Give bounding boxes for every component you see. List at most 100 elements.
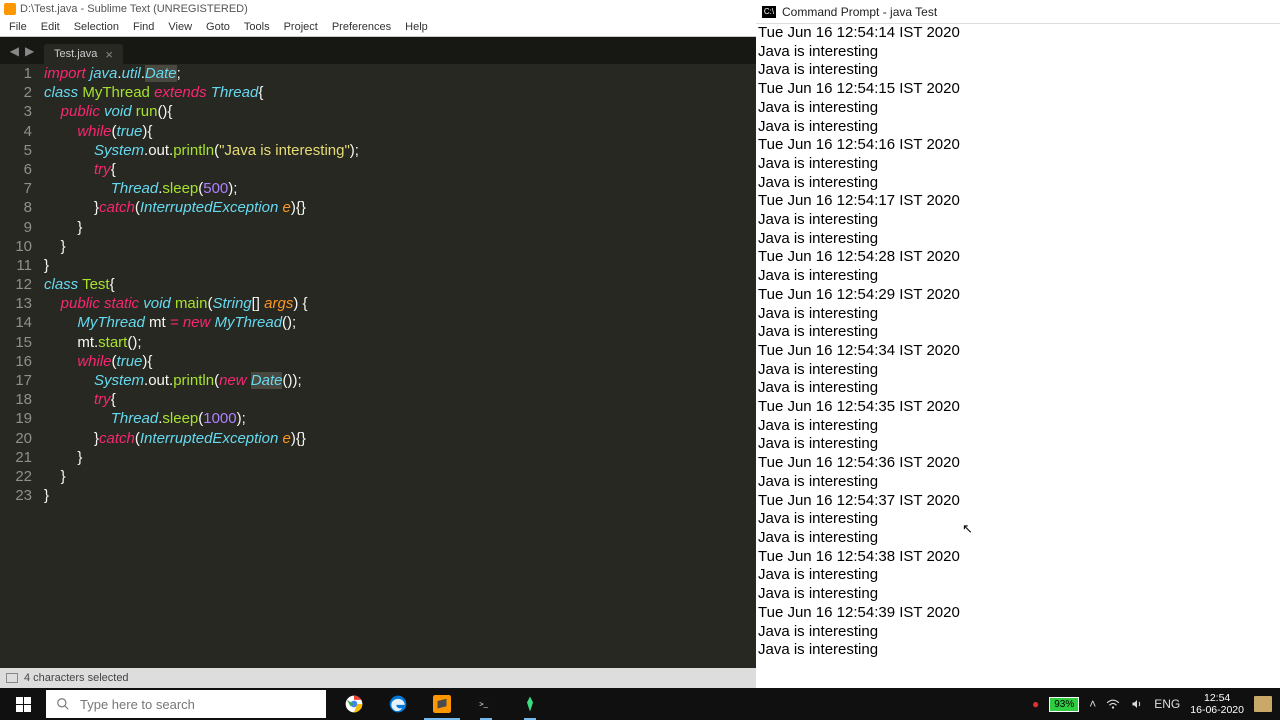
code-line[interactable]: mt.start(); — [44, 333, 756, 352]
cmd-line: Java is interesting — [758, 529, 1278, 548]
code-line[interactable]: }catch(InterruptedException e){} — [44, 198, 756, 217]
taskbar-app-edge[interactable] — [376, 688, 420, 720]
cmd-line: Java is interesting — [758, 230, 1278, 249]
code-line[interactable]: System.out.println(new Date()); — [44, 371, 756, 390]
cmd-line: Java is interesting — [758, 155, 1278, 174]
menu-file[interactable]: File — [2, 21, 34, 33]
cmd-line: Java is interesting — [758, 361, 1278, 380]
taskbar-app-cmd[interactable]: >_ — [464, 688, 508, 720]
code-line[interactable]: public static void main(String[] args) { — [44, 294, 756, 313]
line-number: 22 — [0, 467, 32, 486]
language-indicator[interactable]: ENG — [1154, 697, 1180, 711]
menu-find[interactable]: Find — [126, 21, 161, 33]
cmd-titlebar[interactable]: C:\ Command Prompt - java Test — [756, 0, 1280, 24]
code-line[interactable]: try{ — [44, 390, 756, 409]
code-line[interactable]: while(true){ — [44, 352, 756, 371]
cmd-line: Java is interesting — [758, 43, 1278, 62]
battery-indicator[interactable]: 93% — [1049, 697, 1079, 712]
taskbar-clock[interactable]: 12:54 16-06-2020 — [1190, 692, 1244, 716]
code-line[interactable]: public void run(){ — [44, 102, 756, 121]
windows-taskbar: Type here to search >_ ● 93% ˄ ENG 12:54 — [0, 688, 1280, 720]
tray-stop-icon[interactable]: ● — [1032, 697, 1039, 711]
nav-fwd-icon[interactable]: ▶ — [25, 44, 34, 58]
command-prompt-window: C:\ Command Prompt - java Test Tue Jun 1… — [756, 0, 1280, 688]
editor-tab[interactable]: Test.java × — [44, 44, 123, 64]
menu-view[interactable]: View — [161, 21, 199, 33]
tab-nav-arrows[interactable]: ◀ ▶ — [0, 37, 44, 64]
line-number: 15 — [0, 333, 32, 352]
cmd-line: Java is interesting — [758, 435, 1278, 454]
menu-preferences[interactable]: Preferences — [325, 21, 398, 33]
code-line[interactable]: System.out.println("Java is interesting"… — [44, 141, 756, 160]
code-line[interactable]: } — [44, 467, 756, 486]
cmd-line: Java is interesting — [758, 473, 1278, 492]
cmd-line: Tue Jun 16 12:54:16 IST 2020 — [758, 136, 1278, 155]
code-line[interactable]: while(true){ — [44, 122, 756, 141]
taskbar-app-sublime[interactable] — [420, 688, 464, 720]
tab-close-icon[interactable]: × — [105, 47, 113, 62]
menu-help[interactable]: Help — [398, 21, 435, 33]
tray-chevron-up-icon[interactable]: ˄ — [1089, 697, 1096, 711]
sublime-icon — [433, 695, 451, 713]
code-line[interactable]: } — [44, 237, 756, 256]
code-line[interactable]: } — [44, 448, 756, 467]
cmd-line: Tue Jun 16 12:54:35 IST 2020 — [758, 398, 1278, 417]
menu-project[interactable]: Project — [277, 21, 325, 33]
cmd-line: Java is interesting — [758, 623, 1278, 642]
sublime-title: D:\Test.java - Sublime Text (UNREGISTERE… — [20, 3, 248, 15]
line-number: 4 — [0, 122, 32, 141]
status-panel-icon[interactable] — [6, 673, 18, 683]
code-line[interactable]: } — [44, 218, 756, 237]
line-number: 21 — [0, 448, 32, 467]
search-placeholder: Type here to search — [80, 697, 195, 712]
sublime-window: D:\Test.java - Sublime Text (UNREGISTERE… — [0, 0, 756, 688]
action-center-icon[interactable] — [1254, 696, 1272, 712]
code-line[interactable]: }catch(InterruptedException e){} — [44, 429, 756, 448]
cmd-line: Tue Jun 16 12:54:37 IST 2020 — [758, 492, 1278, 511]
line-number: 17 — [0, 371, 32, 390]
code-editor[interactable]: 1234567891011121314151617181920212223 im… — [0, 64, 756, 668]
cmd-line: Java is interesting — [758, 99, 1278, 118]
edge-icon — [388, 694, 408, 714]
code-line[interactable]: } — [44, 486, 756, 505]
line-number: 1 — [0, 64, 32, 83]
taskbar-app-other[interactable] — [508, 688, 552, 720]
code-line[interactable]: Thread.sleep(1000); — [44, 409, 756, 428]
cmd-line: Tue Jun 16 12:54:39 IST 2020 — [758, 604, 1278, 623]
code-line[interactable]: class Test{ — [44, 275, 756, 294]
menu-goto[interactable]: Goto — [199, 21, 237, 33]
line-number: 5 — [0, 141, 32, 160]
code-line[interactable]: MyThread mt = new MyThread(); — [44, 313, 756, 332]
line-number: 16 — [0, 352, 32, 371]
code-area[interactable]: import java.util.Date;class MyThread ext… — [44, 64, 756, 668]
cmd-line: Tue Jun 16 12:54:14 IST 2020 — [758, 24, 1278, 43]
code-line[interactable]: class MyThread extends Thread{ — [44, 83, 756, 102]
cmd-line: Tue Jun 16 12:54:28 IST 2020 — [758, 248, 1278, 267]
code-line[interactable]: try{ — [44, 160, 756, 179]
line-number: 19 — [0, 409, 32, 428]
sublime-titlebar[interactable]: D:\Test.java - Sublime Text (UNREGISTERE… — [0, 0, 756, 18]
cmd-line: Tue Jun 16 12:54:38 IST 2020 — [758, 548, 1278, 567]
chrome-icon — [344, 694, 364, 714]
cmd-output[interactable]: Tue Jun 16 12:54:14 IST 2020Java is inte… — [756, 24, 1280, 688]
cmd-line: Java is interesting — [758, 641, 1278, 660]
search-icon — [56, 697, 70, 711]
cmd-line: Java is interesting — [758, 510, 1278, 529]
code-line[interactable]: } — [44, 256, 756, 275]
start-button[interactable] — [0, 688, 46, 720]
menu-tools[interactable]: Tools — [237, 21, 277, 33]
wifi-icon[interactable] — [1106, 698, 1120, 710]
taskbar-app-chrome[interactable] — [332, 688, 376, 720]
volume-icon[interactable] — [1130, 698, 1144, 710]
cmd-line: Java is interesting — [758, 211, 1278, 230]
nav-back-icon[interactable]: ◀ — [10, 44, 19, 58]
code-line[interactable]: import java.util.Date; — [44, 64, 756, 83]
clock-date: 16-06-2020 — [1190, 704, 1244, 716]
line-gutter: 1234567891011121314151617181920212223 — [0, 64, 44, 668]
menu-edit[interactable]: Edit — [34, 21, 67, 33]
line-number: 20 — [0, 429, 32, 448]
menu-selection[interactable]: Selection — [67, 21, 126, 33]
taskbar-search[interactable]: Type here to search — [46, 690, 326, 718]
code-line[interactable]: Thread.sleep(500); — [44, 179, 756, 198]
mouse-cursor-icon: ↖ — [962, 521, 973, 537]
